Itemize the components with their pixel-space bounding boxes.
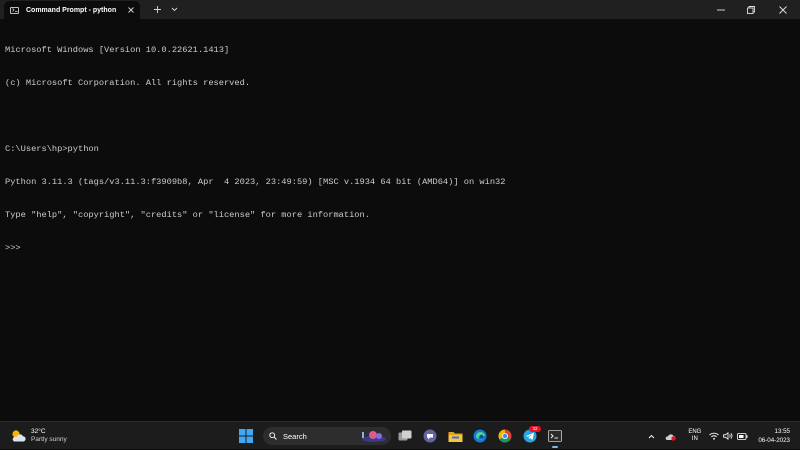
window-controls bbox=[706, 0, 800, 19]
terminal-line: (c) Microsoft Corporation. All rights re… bbox=[5, 78, 251, 88]
edge-icon bbox=[473, 429, 487, 443]
task-view-icon bbox=[398, 430, 412, 441]
edge-button[interactable] bbox=[469, 425, 491, 447]
search-highlight-icon bbox=[362, 431, 386, 442]
language-indicator[interactable]: ENG IN bbox=[688, 429, 701, 443]
clock-date: 06-04-2023 bbox=[758, 437, 790, 444]
plus-icon bbox=[153, 6, 161, 13]
weather-description: Partly sunny bbox=[31, 436, 67, 443]
chat-button[interactable] bbox=[419, 425, 441, 447]
weather-widget[interactable]: 32°C Partly sunny bbox=[10, 426, 67, 446]
tab-dropdown-button[interactable] bbox=[167, 0, 181, 19]
terminal-line: C:\Users\hp>python bbox=[5, 144, 99, 154]
battery-icon bbox=[737, 432, 748, 440]
volume-icon bbox=[723, 432, 733, 440]
active-indicator bbox=[552, 446, 558, 448]
clock-time: 13:55 bbox=[774, 428, 790, 435]
python-prompt[interactable]: >>> bbox=[5, 243, 795, 254]
chrome-button[interactable] bbox=[494, 425, 516, 447]
terminal-line: Python 3.11.3 (tags/v3.11.3:f3909b8, Apr… bbox=[5, 177, 506, 187]
cloud-icon bbox=[665, 433, 676, 441]
search-label: Search bbox=[283, 431, 307, 441]
start-button[interactable] bbox=[235, 425, 257, 447]
terminal-line: Type "help", "copyright", "credits" or "… bbox=[5, 210, 370, 220]
clock[interactable]: 13:55 06-04-2023 bbox=[758, 427, 790, 445]
tab-title: Command Prompt - python bbox=[26, 6, 117, 14]
chrome-icon bbox=[498, 429, 512, 443]
search-icon bbox=[269, 432, 277, 440]
telegram-button[interactable]: 32 bbox=[519, 425, 541, 447]
meet-now-button[interactable] bbox=[662, 432, 678, 441]
partly-sunny-icon bbox=[12, 430, 26, 442]
restore-icon bbox=[747, 5, 755, 14]
terminal-line: Microsoft Windows [Version 10.0.22621.14… bbox=[5, 45, 230, 55]
chevron-up-icon bbox=[648, 434, 655, 438]
taskbar-search[interactable]: Search bbox=[263, 427, 391, 445]
tab-command-prompt[interactable]: Command Prompt - python bbox=[4, 1, 140, 19]
teams-chat-icon bbox=[423, 429, 437, 443]
windows-start-icon bbox=[239, 429, 253, 443]
show-hidden-icons-button[interactable] bbox=[644, 434, 658, 439]
wifi-icon bbox=[709, 432, 720, 440]
quick-settings-button[interactable] bbox=[709, 432, 748, 440]
weather-temperature: 32°C bbox=[31, 428, 46, 435]
close-window-button[interactable] bbox=[766, 0, 800, 19]
close-icon bbox=[779, 5, 787, 14]
new-tab-button[interactable] bbox=[150, 0, 164, 19]
file-explorer-button[interactable] bbox=[444, 425, 466, 447]
title-bar: Command Prompt - python bbox=[0, 0, 800, 19]
close-tab-icon[interactable] bbox=[127, 6, 135, 14]
system-tray: ENG IN 13:55 06-04-2023 bbox=[644, 422, 800, 450]
minimize-button[interactable] bbox=[706, 0, 736, 19]
taskbar-apps: Search 32 bbox=[235, 425, 569, 448]
terminal-taskbar-button[interactable] bbox=[544, 425, 566, 448]
terminal-icon bbox=[10, 6, 19, 14]
notification-badge: 32 bbox=[529, 426, 541, 432]
chevron-down-icon bbox=[171, 7, 177, 12]
taskbar: 32°C Partly sunny Search 32 ENG IN 13:55… bbox=[0, 421, 800, 449]
language-code: ENG bbox=[688, 429, 702, 435]
restore-button[interactable] bbox=[736, 0, 766, 19]
terminal-output[interactable]: Microsoft Windows [Version 10.0.22621.14… bbox=[5, 23, 795, 265]
terminal-icon bbox=[548, 430, 562, 442]
region-code: IN bbox=[691, 436, 698, 442]
file-explorer-icon bbox=[448, 431, 462, 442]
minimize-icon bbox=[717, 9, 725, 10]
task-view-button[interactable] bbox=[394, 425, 416, 447]
